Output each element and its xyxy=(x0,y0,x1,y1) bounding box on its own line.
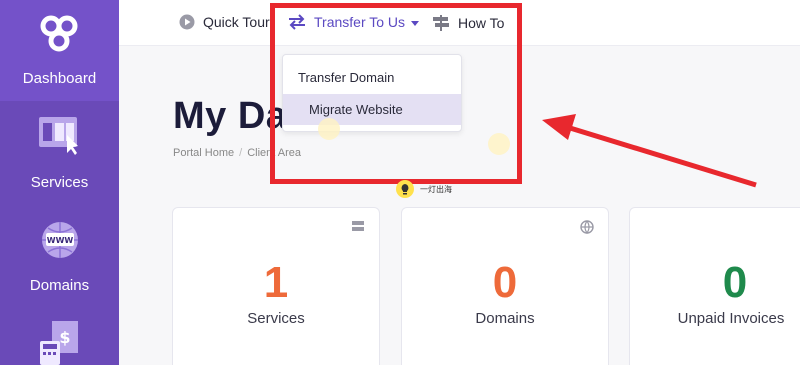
services-icon xyxy=(39,117,78,155)
logo-icon xyxy=(40,15,78,52)
quick-tour-link[interactable]: Quick Tour xyxy=(179,14,270,30)
domains-count: 0 xyxy=(492,258,518,307)
sidebar-item-label: Dashboard xyxy=(22,70,97,87)
services-count: 1 xyxy=(263,258,289,307)
unpaid-invoices-card[interactable]: 0 Unpaid Invoices xyxy=(629,207,800,365)
server-icon xyxy=(352,221,364,231)
services-label: Services xyxy=(247,310,305,327)
unpaid-invoices-count: 0 xyxy=(722,258,748,307)
lightbulb-icon xyxy=(396,180,414,198)
svg-text:$: $ xyxy=(59,328,70,347)
domains-card[interactable]: 0 Domains xyxy=(401,207,609,365)
sidebar-item-billing[interactable]: $ xyxy=(0,307,119,365)
play-icon xyxy=(179,14,195,30)
domains-label: Domains xyxy=(475,310,535,327)
globe-icon xyxy=(580,220,594,234)
tip-text: 一灯出海 xyxy=(420,184,452,194)
unpaid-invoices-label: Unpaid Invoices xyxy=(677,310,785,327)
sidebar-item-dashboard[interactable]: Dashboard xyxy=(0,0,119,101)
sidebar-item-label: Services xyxy=(30,174,89,191)
annotation-highlight-box xyxy=(270,3,522,184)
breadcrumb-portal-home[interactable]: Portal Home xyxy=(173,147,234,159)
svg-text:WWW: WWW xyxy=(47,236,74,245)
tip-badge: 一灯出海 xyxy=(396,180,452,198)
billing-calculator-icon: $ xyxy=(40,321,78,365)
annotation-arrow-icon xyxy=(542,114,757,188)
www-globe-icon: WWW xyxy=(42,222,78,258)
sidebar-item-domains[interactable]: WWW Domains xyxy=(0,204,119,307)
quick-tour-label: Quick Tour xyxy=(203,14,270,30)
sidebar: Dashboard Services WWW Domains $ xyxy=(0,0,119,365)
sidebar-item-label: Domains xyxy=(29,277,90,294)
services-card[interactable]: 1 Services xyxy=(172,207,380,365)
sidebar-item-services[interactable]: Services xyxy=(0,101,119,204)
